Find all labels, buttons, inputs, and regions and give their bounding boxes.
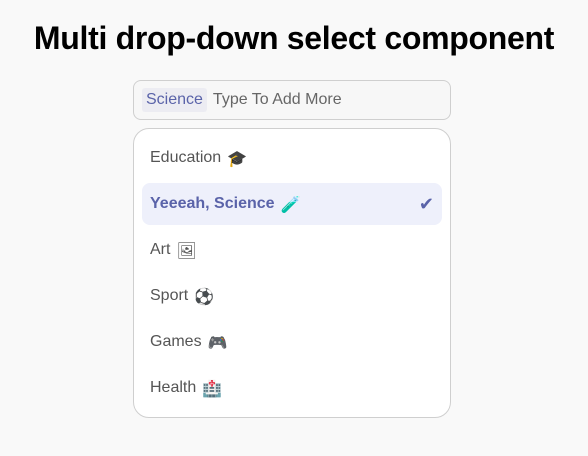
search-input[interactable] bbox=[212, 88, 433, 112]
page-title: Multi drop-down select component bbox=[33, 20, 555, 56]
option-games[interactable]: Games 🎮 bbox=[142, 321, 442, 363]
soccer-ball-icon: ⚽ bbox=[194, 286, 215, 306]
option-label: Health bbox=[150, 379, 197, 396]
option-label: Yeeeah, Science bbox=[150, 195, 275, 212]
option-sport[interactable]: Sport ⚽ bbox=[142, 275, 442, 317]
option-label: Games bbox=[150, 333, 202, 350]
option-label: Education bbox=[150, 149, 222, 166]
multi-select-box[interactable]: Science bbox=[133, 80, 451, 120]
option-education[interactable]: Education 🎓 bbox=[142, 137, 442, 179]
graduation-cap-icon: 🎓 bbox=[227, 148, 248, 168]
game-controller-icon: 🎮 bbox=[207, 332, 228, 352]
framed-picture-icon: 🖼 bbox=[176, 240, 197, 260]
option-label: Sport bbox=[150, 287, 189, 304]
option-health[interactable]: Health 🏥 bbox=[142, 367, 442, 409]
checkmark-icon: ✔ bbox=[418, 194, 434, 215]
option-art[interactable]: Art 🖼 bbox=[142, 229, 442, 271]
selected-chip-science[interactable]: Science bbox=[142, 88, 207, 112]
hospital-icon: 🏥 bbox=[202, 378, 223, 398]
option-science[interactable]: Yeeeah, Science 🧪 ✔ bbox=[142, 183, 442, 225]
dropdown-menu: Education 🎓 Yeeeah, Science 🧪 ✔ Art 🖼 Sp… bbox=[133, 128, 451, 418]
test-tube-icon: 🧪 bbox=[280, 194, 301, 214]
option-label: Art bbox=[150, 241, 171, 258]
